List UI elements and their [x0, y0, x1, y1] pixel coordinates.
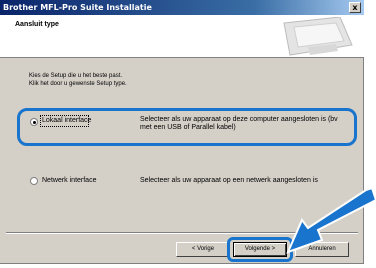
pointer-arrow-icon: [286, 186, 376, 254]
